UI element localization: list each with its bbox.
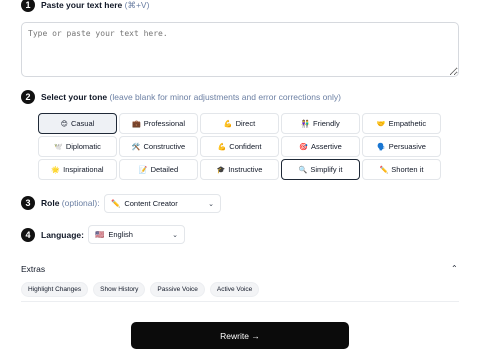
step-2-header: 2 Select your tone (leave blank for mino… bbox=[21, 90, 341, 104]
extras-chip-passive-voice[interactable]: Passive Voice bbox=[150, 282, 205, 297]
step-title: Paste your text here (⌘+V) bbox=[41, 0, 149, 11]
step-number: 4 bbox=[21, 228, 35, 242]
select-tone-title: Select your tone bbox=[41, 92, 108, 102]
tone-hint: (leave blank for minor adjustments and e… bbox=[109, 92, 342, 102]
tone-icon: 👫 bbox=[301, 120, 311, 128]
tone-direct-button[interactable]: 💪 Direct bbox=[200, 113, 279, 134]
us-flag-icon: 🇺🇸 bbox=[95, 230, 105, 239]
step-3-header: 3 Role (optional): bbox=[21, 196, 100, 210]
step-number: 2 bbox=[21, 90, 35, 104]
tone-icon: 🕊️ bbox=[54, 143, 63, 151]
tone-icon: 💼 bbox=[132, 120, 141, 128]
tone-icon: 🤝 bbox=[376, 120, 386, 128]
role-value: Content Creator bbox=[124, 199, 178, 208]
tone-label: Shorten it bbox=[391, 165, 424, 174]
tone-empathetic-button[interactable]: 🤝 Empathetic bbox=[362, 113, 441, 134]
tone-icon: 🗣️ bbox=[377, 143, 386, 151]
tone-simplify-it-button[interactable]: 🔍 Simplify it bbox=[281, 159, 360, 180]
step-4-header: 4 Language: bbox=[21, 228, 84, 242]
extras-title: Extras bbox=[21, 264, 46, 274]
role-hint: (optional): bbox=[61, 198, 100, 208]
tone-label: Inspirational bbox=[63, 165, 104, 174]
tone-diplomatic-button[interactable]: 🕊️ Diplomatic bbox=[38, 136, 117, 157]
tone-instructive-button[interactable]: 🎓 Instructive bbox=[200, 159, 279, 180]
tone-label: Friendly bbox=[313, 119, 340, 128]
paste-shortcut-hint: (⌘+V) bbox=[124, 0, 150, 10]
tone-label: Diplomatic bbox=[65, 142, 101, 151]
step-1-header: 1 Paste your text here (⌘+V) bbox=[21, 0, 149, 12]
tone-label: Constructive bbox=[143, 142, 186, 151]
tone-shorten-it-button[interactable]: ✏️ Shorten it bbox=[362, 159, 441, 180]
tone-persuasive-button[interactable]: 🗣️ Persuasive bbox=[362, 136, 441, 157]
text-input[interactable] bbox=[21, 22, 459, 77]
role-select[interactable]: ✏️ Content Creator ⌄ bbox=[104, 194, 221, 213]
extras-chip-show-history[interactable]: Show History bbox=[93, 282, 146, 297]
tone-icon: 💪 bbox=[223, 120, 233, 128]
extras-chip-highlight-changes[interactable]: Highlight Changes bbox=[21, 282, 89, 297]
tone-label: Simplify it bbox=[310, 165, 343, 174]
rewrite-button[interactable]: Rewrite → bbox=[131, 322, 349, 349]
step-title: Select your tone (leave blank for minor … bbox=[41, 92, 341, 102]
role-title: Role bbox=[41, 198, 60, 208]
language-value: English bbox=[108, 230, 133, 239]
extras-chip-active-voice[interactable]: Active Voice bbox=[209, 282, 260, 297]
tone-icon: 🎓 bbox=[216, 166, 226, 174]
tone-inspirational-button[interactable]: 🌟 Inspirational bbox=[38, 159, 117, 180]
tone-label: Persuasive bbox=[388, 142, 426, 151]
tone-grid: 😊 Casual 💼 Professional 💪 Direct 👫 Friendly 🤝 Emp… bbox=[38, 113, 443, 180]
tone-icon: 💪 bbox=[217, 143, 227, 151]
tone-label: Confident bbox=[229, 142, 262, 151]
step-number: 1 bbox=[21, 0, 35, 12]
tone-icon: ✏️ bbox=[379, 166, 389, 174]
tone-icon: 🛠️ bbox=[131, 143, 141, 151]
tone-assertive-button[interactable]: 🎯 Assertive bbox=[281, 136, 360, 157]
tone-icon: 🎯 bbox=[299, 143, 308, 151]
tone-label: Assertive bbox=[310, 142, 342, 151]
step-number: 3 bbox=[21, 196, 35, 210]
tone-constructive-button[interactable]: 🛠️ Constructive bbox=[119, 136, 198, 157]
pencil-icon: ✏️ bbox=[111, 199, 121, 208]
tone-label: Empathetic bbox=[388, 119, 427, 128]
tone-friendly-button[interactable]: 👫 Friendly bbox=[281, 113, 360, 134]
tone-confident-button[interactable]: 💪 Confident bbox=[200, 136, 279, 157]
language-select[interactable]: 🇺🇸 English ⌄ bbox=[88, 225, 185, 244]
divider bbox=[21, 301, 459, 302]
extras-chips: Highlight Changes Show History Passive Voi… bbox=[21, 282, 260, 297]
tone-label: Instructive bbox=[228, 165, 263, 174]
tone-icon: 😊 bbox=[60, 120, 68, 128]
language-title: Language: bbox=[41, 230, 84, 240]
tone-icon: 🌟 bbox=[51, 166, 61, 174]
chevron-down-icon: ⌄ bbox=[172, 231, 178, 239]
tone-icon: 📝 bbox=[138, 166, 148, 174]
chevron-down-icon: ⌄ bbox=[208, 200, 214, 208]
tone-label: Direct bbox=[235, 119, 256, 128]
tone-label: Professional bbox=[143, 119, 185, 128]
tone-label: Detailed bbox=[150, 165, 179, 174]
tone-icon: 🔍 bbox=[298, 166, 308, 174]
tone-professional-button[interactable]: 💼 Professional bbox=[119, 113, 198, 134]
chevron-up-icon[interactable]: ⌃ bbox=[451, 264, 458, 273]
tone-casual-button[interactable]: 😊 Casual bbox=[38, 113, 117, 134]
step-title: Role (optional): bbox=[41, 198, 100, 208]
tone-detailed-button[interactable]: 📝 Detailed bbox=[119, 159, 198, 180]
tone-label: Casual bbox=[70, 119, 95, 128]
paste-text-title: Paste your text here bbox=[41, 0, 123, 10]
